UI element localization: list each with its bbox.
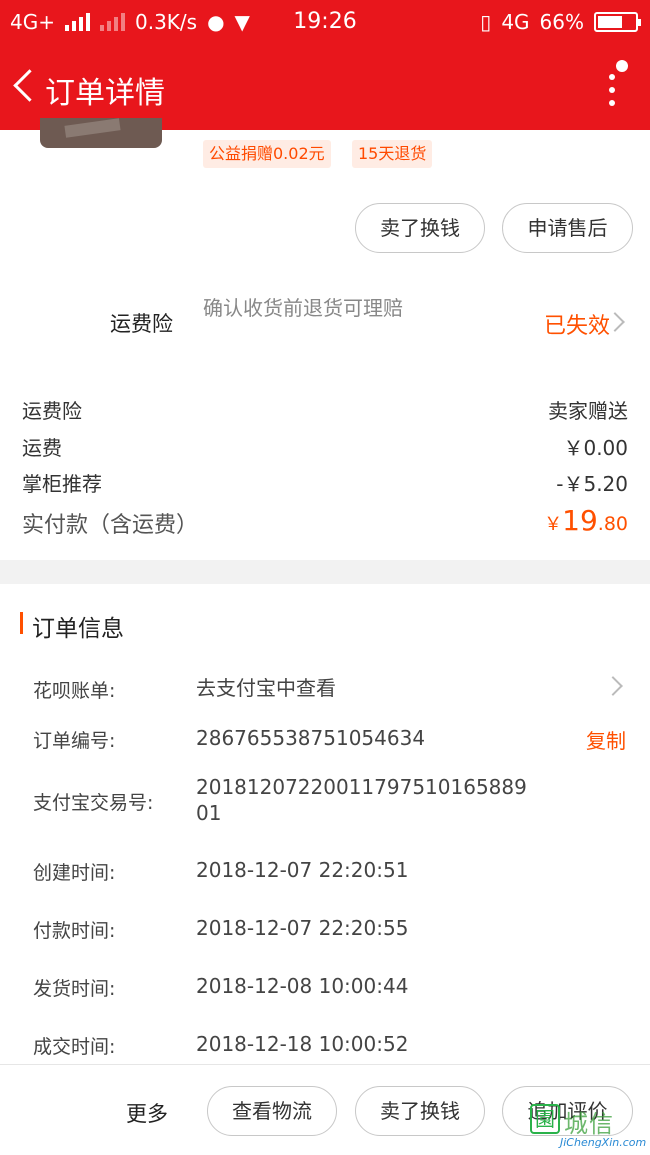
completed-time-value: 2018-12-18 10:00:52 (196, 1032, 409, 1056)
more-actions-button[interactable]: 更多 (126, 1098, 168, 1128)
paid-total-amount: ￥19.80 (544, 504, 628, 537)
fee-value: -￥5.20 (556, 472, 628, 496)
created-time-value: 2018-12-07 22:20:51 (196, 858, 409, 882)
amount-integer: 19 (562, 504, 598, 537)
shipped-time-label: 发货时间: (33, 978, 116, 1000)
order-info-title: 订单信息 (20, 609, 124, 643)
shipping-insurance-description: 确认收货前退货可理赔 (203, 296, 403, 320)
completed-time-label: 成交时间: (33, 1036, 116, 1058)
huabei-label: 花呗账单: (33, 680, 116, 702)
copy-order-number-link[interactable]: 复制 (586, 725, 626, 754)
section-divider (0, 560, 650, 584)
created-time-label: 创建时间: (33, 862, 116, 884)
watermark-brand: 城信 (564, 1110, 614, 1138)
alipay-trade-value: 2018120722001179751016588901 (196, 775, 527, 825)
network-indicator-right: 4G (501, 10, 530, 34)
nav-bar: 订单详情 (0, 50, 650, 126)
page-title: 订单详情 (45, 76, 165, 111)
shipped-time-value: 2018-12-08 10:00:44 (196, 974, 409, 998)
fee-label: 运费 (22, 436, 62, 460)
chevron-right-icon (603, 676, 623, 696)
shipping-insurance-status: 已失效 (543, 314, 610, 339)
sell-for-cash-bottom-button[interactable]: 卖了换钱 (355, 1086, 485, 1136)
payment-time-label: 付款时间: (33, 920, 116, 942)
payment-time-value: 2018-12-07 22:20:55 (196, 916, 409, 940)
product-thumbnail[interactable] (40, 118, 162, 148)
fee-label: 掌柜推荐 (22, 472, 102, 496)
charity-tag: 公益捐赠0.02元 (203, 140, 331, 168)
watermark-url: JiChengXin.com (560, 1136, 647, 1149)
shipping-insurance-label: 运费险 (110, 312, 173, 336)
return-policy-tag: 15天退货 (352, 140, 433, 168)
paid-total-label: 实付款（含运费） (22, 513, 199, 538)
site-watermark: 園 城信 JiChengXin.com (530, 1100, 648, 1152)
battery-percent: 66% (539, 10, 584, 34)
order-number-label: 订单编号: (33, 730, 116, 752)
huabei-value: 去支付宝中查看 (196, 676, 336, 700)
fee-value: 卖家赠送 (548, 399, 628, 423)
order-number-value: 286765538751054634 (196, 726, 426, 750)
top-header: 4G+ 0.3K/s ● ▼ 19:26 ▯ 4G 66% 订单详情 (0, 0, 650, 130)
currency-symbol: ￥ (544, 514, 563, 535)
vibrate-icon: ▯ (480, 10, 492, 34)
alipay-trade-label: 支付宝交易号: (33, 792, 154, 814)
status-bar: 4G+ 0.3K/s ● ▼ 19:26 ▯ 4G 66% (0, 0, 650, 46)
battery-fill (598, 16, 622, 28)
sell-for-cash-button[interactable]: 卖了换钱 (355, 203, 485, 253)
notification-dot (616, 60, 628, 72)
view-logistics-button[interactable]: 查看物流 (207, 1086, 337, 1136)
apply-aftersale-button[interactable]: 申请售后 (502, 203, 633, 253)
fee-value: ￥0.00 (563, 436, 628, 460)
watermark-logo-icon: 園 (530, 1104, 560, 1134)
more-options-icon[interactable] (602, 60, 628, 112)
fee-label: 运费险 (22, 399, 82, 423)
amount-decimal: .80 (597, 513, 628, 535)
back-arrow-icon[interactable] (10, 66, 38, 110)
battery-icon (594, 12, 641, 32)
